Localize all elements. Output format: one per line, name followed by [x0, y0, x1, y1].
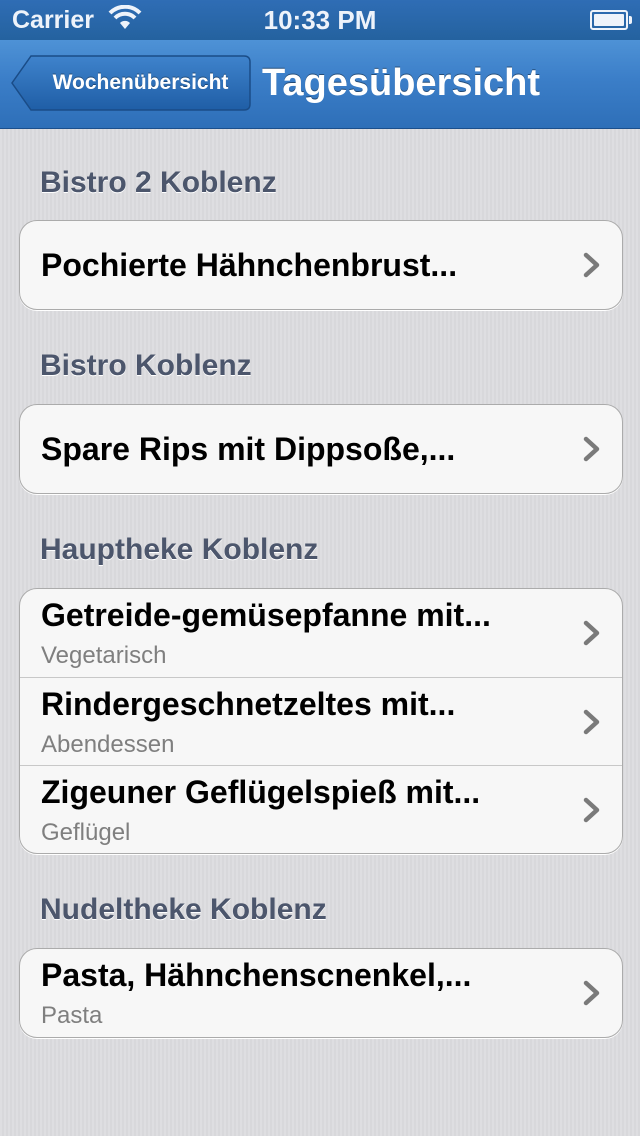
navigation-bar: Wochenübersicht Tagesübersicht	[0, 40, 640, 129]
section-group: Getreide-gemüsepfanne mit... Vegetarisch…	[19, 588, 623, 854]
dish-category: Pasta	[41, 1002, 103, 1029]
section-group: Pasta, Hähnchenscnenkel,... Pasta	[19, 948, 623, 1038]
section-header: Bistro 2 Koblenz	[40, 166, 277, 199]
chevron-right-icon	[583, 797, 600, 823]
dish-category: Vegetarisch	[41, 642, 167, 669]
dish-category: Abendessen	[41, 731, 175, 758]
chevron-right-icon	[583, 252, 600, 278]
dish-category: Geflügel	[41, 819, 131, 846]
section-header: Bistro Koblenz	[40, 349, 252, 382]
battery-icon	[590, 10, 632, 30]
list-item[interactable]: Zigeuner Geflügelspieß mit... Geflügel	[20, 765, 622, 853]
list-item[interactable]: Pochierte Hähnchenbrust...	[20, 221, 622, 309]
section-group: Spare Rips mit Dippsoße,...	[19, 404, 623, 494]
chevron-right-icon	[583, 709, 600, 735]
dish-title: Pasta, Hähnchenscnenkel,...	[41, 957, 472, 993]
dish-title: Zigeuner Geflügelspieß mit...	[41, 774, 481, 810]
status-bar: Carrier 10:33 PM	[0, 0, 640, 40]
list-item[interactable]: Getreide-gemüsepfanne mit... Vegetarisch	[20, 589, 622, 677]
chevron-right-icon	[583, 620, 600, 646]
status-time: 10:33 PM	[263, 5, 377, 35]
back-button[interactable]: Wochenübersicht	[11, 55, 251, 111]
dish-title: Pochierte Hähnchenbrust...	[41, 247, 458, 283]
section-group: Pochierte Hähnchenbrust...	[19, 220, 623, 310]
list-item[interactable]: Pasta, Hähnchenscnenkel,... Pasta	[20, 949, 622, 1037]
section-header: Nudeltheke Koblenz	[40, 893, 327, 926]
chevron-right-icon	[583, 436, 600, 462]
dish-title: Spare Rips mit Dippsoße,...	[41, 431, 456, 467]
section-header: Hauptheke Koblenz	[40, 533, 319, 566]
back-button-label: Wochenübersicht	[52, 71, 229, 94]
list-item[interactable]: Rindergeschnetzeltes mit... Abendessen	[20, 677, 622, 765]
list-item[interactable]: Spare Rips mit Dippsoße,...	[20, 405, 622, 493]
dish-title: Getreide-gemüsepfanne mit...	[41, 597, 491, 633]
dish-title: Rindergeschnetzeltes mit...	[41, 686, 456, 722]
page-title: Tagesübersicht	[262, 62, 541, 104]
chevron-right-icon	[583, 980, 600, 1006]
